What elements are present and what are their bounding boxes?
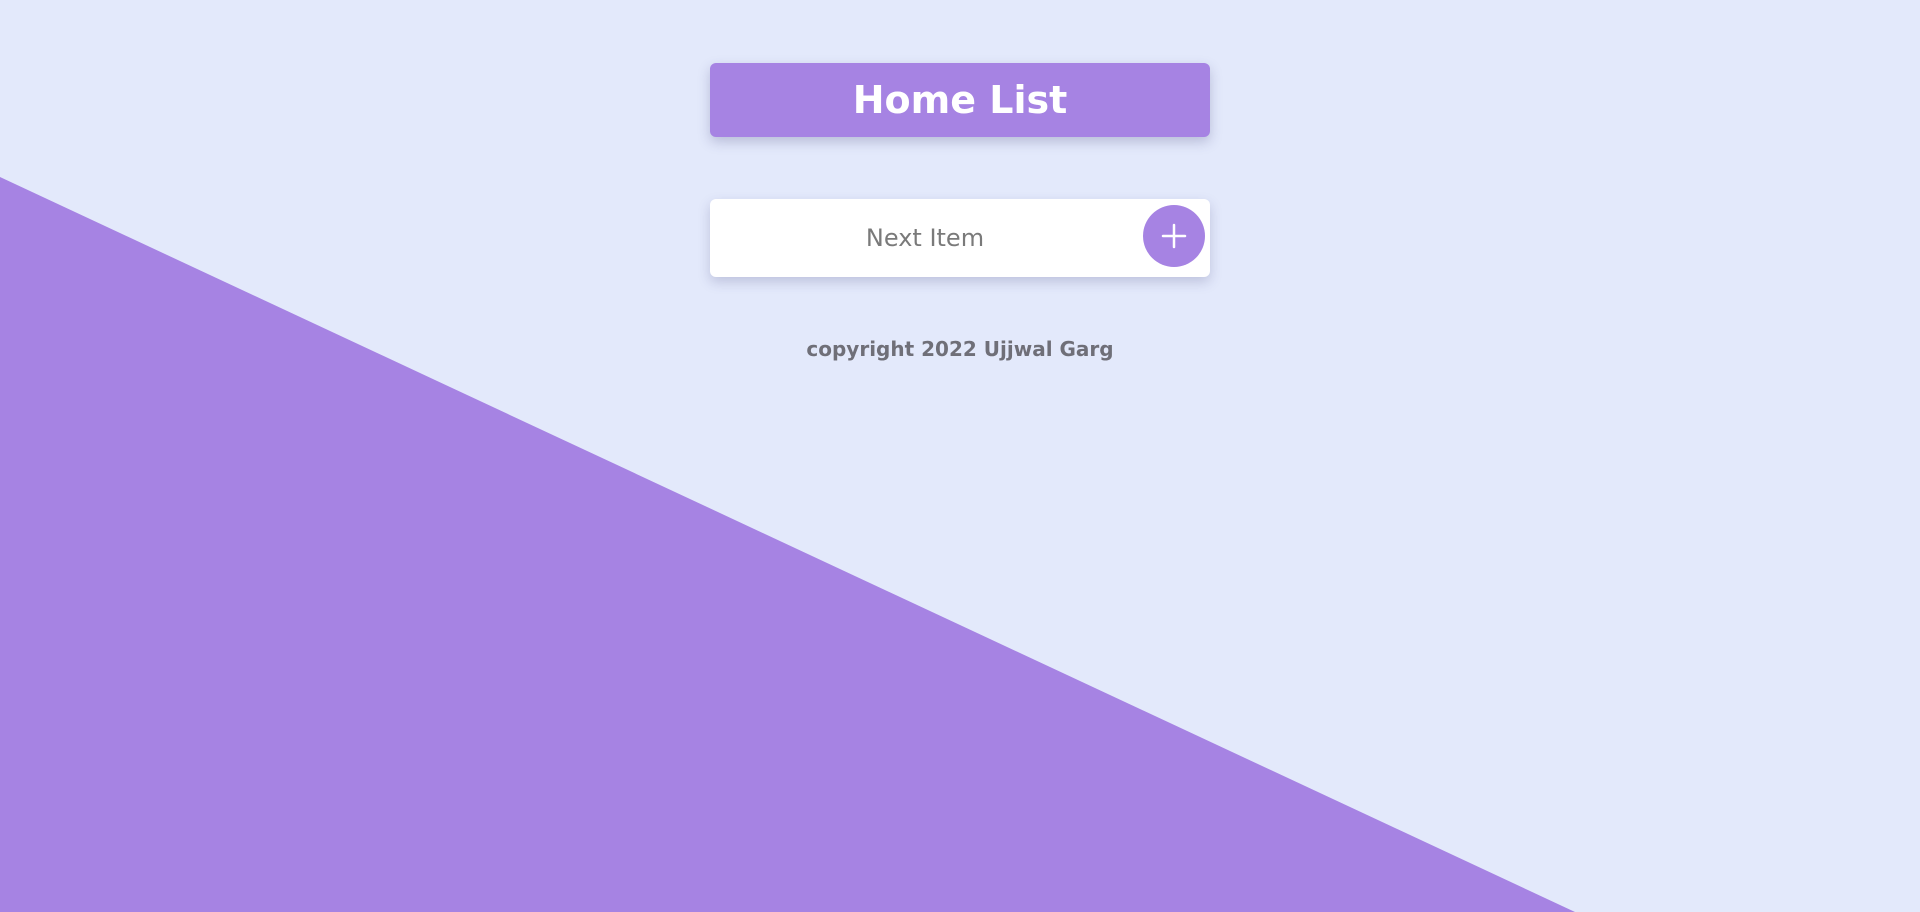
add-item-button[interactable] xyxy=(1143,205,1205,267)
footer: copyright 2022 Ujjwal Garg xyxy=(710,337,1210,361)
plus-icon xyxy=(1161,223,1187,249)
page-title: Home List xyxy=(852,78,1068,122)
add-item-form xyxy=(710,199,1210,277)
main-container: Home List copyright 2022 Ujjwal Garg xyxy=(710,63,1210,361)
copyright-text: copyright 2022 Ujjwal Garg xyxy=(806,337,1114,361)
new-item-input[interactable] xyxy=(710,199,1210,277)
heading-banner: Home List xyxy=(710,63,1210,137)
